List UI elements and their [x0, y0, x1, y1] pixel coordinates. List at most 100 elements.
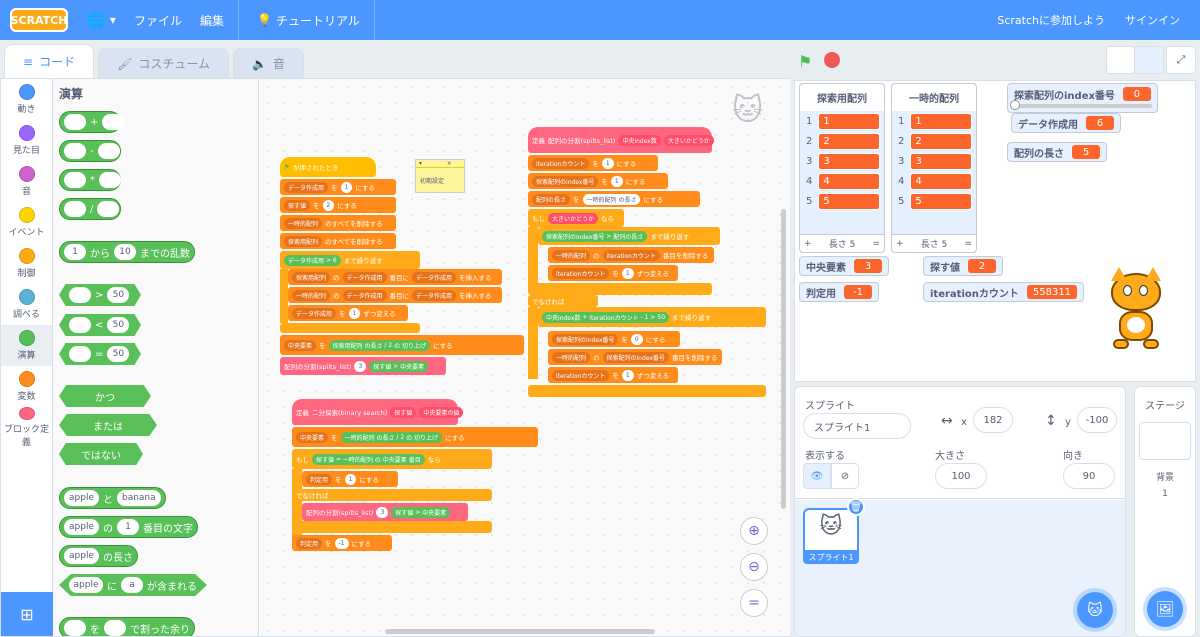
fullscreen-button[interactable]: ⤢	[1166, 46, 1196, 74]
list-item[interactable]: 44	[806, 171, 884, 191]
variable-dropdown[interactable]: 探索配列のindex番号	[532, 175, 599, 187]
value-input[interactable]: 50	[107, 346, 130, 362]
param[interactable]: 中央要素の値	[419, 406, 464, 418]
length-reporter[interactable]: 一時的配列 の長さ	[582, 193, 641, 205]
add-block[interactable]: +	[59, 111, 125, 133]
join-link[interactable]: Scratchに参加しよう	[997, 12, 1105, 28]
if-else-block[interactable]: もし 大きいかどうか なら	[528, 209, 624, 227]
slot[interactable]	[97, 201, 120, 217]
value-input[interactable]: 3	[354, 360, 367, 372]
condition[interactable]: データ作成用 > 6	[284, 254, 341, 266]
change-iter-block[interactable]: iterationカウントを 1 ずつ変える	[548, 265, 678, 281]
call-split-block[interactable]: 配列の分割(spilts_list) 3 探す値 > 中央要素	[302, 503, 468, 521]
add-item-button[interactable]: +	[896, 239, 904, 249]
zoom-out-button[interactable]: ⊖	[740, 553, 768, 581]
join-input-1[interactable]: apple	[64, 490, 99, 506]
slot[interactable]	[69, 346, 91, 362]
list-monitor-search-array[interactable]: 探索用配列 1122334455 + 長さ 5 =	[799, 83, 885, 253]
list-value[interactable]: 4	[910, 172, 973, 190]
define-binary-search-block[interactable]: 定義 二分探索(binary search) 探す値 中央要素の値	[292, 399, 464, 425]
set-index-block[interactable]: 探索配列のindex番号を 1 にする	[528, 173, 668, 189]
value-input[interactable]: 1	[621, 369, 634, 381]
small-stage-button[interactable]	[1106, 46, 1136, 74]
variable-reporter[interactable]: iterationカウント	[602, 249, 660, 261]
scratch-cat-sprite[interactable]	[1101, 267, 1171, 357]
category-item[interactable]: 制御	[1, 243, 52, 284]
condition[interactable]: 探す値 = 一時的配列 の 中央要素 番目	[312, 453, 425, 465]
list-item[interactable]: 55	[806, 191, 884, 211]
x-input[interactable]: 182	[973, 407, 1013, 433]
list-value[interactable]: 3	[910, 152, 973, 170]
value-input[interactable]: 50	[107, 317, 130, 333]
join-input-2[interactable]: banana	[116, 490, 161, 506]
list-item[interactable]: 11	[806, 111, 884, 131]
delete-all-block[interactable]: 一時的配列 のすべてを削除する	[280, 215, 396, 231]
delete-item-block[interactable]: 一時的配列の探索配列のindex番号 番目を削除する	[548, 349, 722, 365]
value-input[interactable]: 50	[107, 287, 130, 303]
file-menu[interactable]: ファイル	[134, 12, 182, 29]
script-workspace[interactable]: 🐱 ⚑ が押されたとき ▾ × 初期設定 データ作成用を 1 にする 探す値を 2 にする …	[260, 79, 790, 636]
value-input[interactable]: 1	[601, 157, 614, 169]
value-input[interactable]: 1	[610, 175, 623, 187]
list-item[interactable]: 22	[898, 131, 976, 151]
slot[interactable]	[64, 201, 86, 217]
letter-of-block[interactable]: apple の 1 番目の文字	[59, 516, 198, 538]
list-dropdown[interactable]: 探索用配列	[292, 271, 331, 283]
and-block[interactable]: かつ	[59, 385, 151, 407]
slot[interactable]	[64, 172, 86, 188]
stage-thumbnail[interactable]	[1139, 422, 1191, 460]
judge-monitor[interactable]: 判定用 -1	[799, 282, 879, 302]
set-judge-block[interactable]: 判定用を -1 にする	[292, 535, 392, 551]
slot[interactable]	[104, 620, 126, 636]
variable-reporter[interactable]: データ作成用	[412, 289, 457, 301]
variable-reporter[interactable]: データ作成用	[412, 271, 457, 283]
variable-dropdown[interactable]: 判定用	[296, 537, 323, 549]
insert-at-block[interactable]: 一時的配列のデータ作成用 番目に データ作成用 を挿入する	[288, 287, 502, 303]
mod-block[interactable]: を で割った余り	[59, 617, 195, 636]
variable-dropdown[interactable]: iterationカウント	[532, 157, 590, 169]
mid-element-monitor[interactable]: 中央要素 3	[799, 256, 889, 276]
ceil-reporter[interactable]: 探索用配列 の長さ / 2 の 切り上げ	[328, 339, 431, 351]
resize-handle[interactable]: =	[872, 239, 880, 249]
list-value[interactable]: 1	[910, 112, 973, 130]
insert-at-block[interactable]: 探索用配列のデータ作成用 番目に データ作成用 を挿入する	[288, 269, 502, 285]
stop-button[interactable]	[824, 52, 840, 68]
category-item[interactable]: 音	[1, 161, 52, 202]
category-item[interactable]: ブロック定義	[1, 407, 52, 448]
variable-dropdown[interactable]: データ作成用	[292, 307, 337, 319]
value-input[interactable]: -1	[334, 537, 349, 549]
variable-reporter[interactable]: データ作成用	[342, 271, 387, 283]
list-value[interactable]: 5	[818, 192, 881, 210]
data-creation-monitor[interactable]: データ作成用 6	[1011, 113, 1121, 133]
list-item[interactable]: 22	[806, 131, 884, 151]
delete-sprite-button[interactable]: 🗑	[847, 498, 865, 516]
variable-dropdown[interactable]: 判定用	[306, 473, 333, 485]
value-input[interactable]: 1	[621, 267, 634, 279]
list-item[interactable]: 44	[898, 171, 976, 191]
y-input[interactable]: -100	[1077, 407, 1117, 433]
random-block[interactable]: 1 から 10 までの乱数	[59, 241, 195, 263]
scratch-logo[interactable]: SCRATCH	[10, 8, 68, 32]
index-slider-monitor[interactable]: 探索配列のindex番号 0	[1007, 83, 1158, 113]
slider-track[interactable]	[1010, 100, 1152, 110]
workspace-vscroll[interactable]	[781, 209, 786, 509]
category-item[interactable]: 変数	[1, 366, 52, 407]
workspace-hscroll[interactable]	[385, 629, 655, 634]
variable-dropdown[interactable]: 探す値	[284, 199, 311, 211]
slot[interactable]	[64, 143, 86, 159]
variable-dropdown[interactable]: 探索配列のindex番号	[552, 333, 619, 345]
category-item[interactable]: 演算	[1, 325, 52, 366]
search-value-monitor[interactable]: 探す値 2	[923, 256, 1003, 276]
set-mid-block[interactable]: 中央要素を一時的配列 の長さ / 2 の 切り上げ にする	[292, 427, 538, 447]
tab-sound[interactable]: 🔈 音	[232, 48, 304, 78]
variable-dropdown[interactable]: iterationカウント	[552, 369, 610, 381]
list-dropdown[interactable]: 一時的配列	[552, 351, 591, 363]
list-value[interactable]: 2	[818, 132, 881, 150]
category-item[interactable]: イベント	[1, 202, 52, 243]
subtract-block[interactable]: -	[59, 140, 121, 162]
change-variable-block[interactable]: データ作成用を 1 ずつ変える	[288, 305, 408, 321]
condition[interactable]: 探索配列のindex番号 > 配列の長さ	[542, 230, 648, 242]
size-input[interactable]: 100	[935, 463, 987, 489]
variable-reporter[interactable]: 探索配列のindex番号	[602, 351, 669, 363]
set-index-block[interactable]: 探索配列のindex番号を 0 にする	[548, 331, 680, 347]
